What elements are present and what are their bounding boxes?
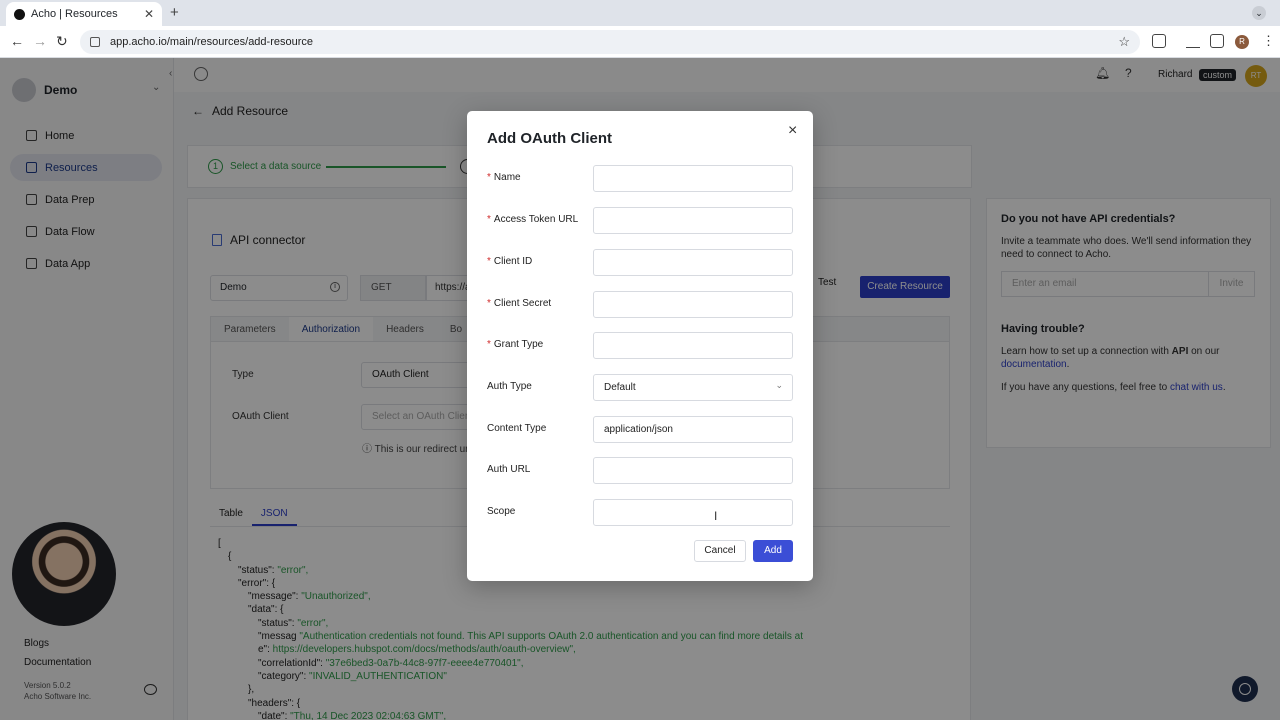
field-auth-url: Auth URL: [487, 457, 793, 484]
new-tab-button[interactable]: +: [170, 4, 179, 21]
field-scope: Scope: [487, 499, 793, 526]
add-oauth-client-modal: Add OAuth Client × * Name * Access Token U…: [467, 111, 813, 581]
download-icon[interactable]: [1186, 34, 1200, 48]
browser-profile-avatar[interactable]: R: [1235, 35, 1249, 49]
close-icon[interactable]: ×: [788, 122, 797, 140]
required-asterisk: *: [487, 214, 491, 225]
add-button[interactable]: Add: [753, 540, 793, 562]
scope-input[interactable]: [593, 499, 793, 526]
field-grant-type: * Grant Type: [487, 332, 793, 359]
url-field[interactable]: app.acho.io/main/resources/add-resource …: [80, 30, 1140, 54]
browser-tab[interactable]: Acho | Resources ✕: [6, 2, 162, 26]
tab-title: Acho | Resources: [31, 8, 118, 20]
tab-close-icon[interactable]: ✕: [144, 7, 154, 21]
field-content-type: Content Type application/json: [487, 416, 793, 443]
field-client-secret: * Client Secret: [487, 291, 793, 318]
reload-icon[interactable]: ↻: [56, 33, 68, 50]
field-label: * Client ID: [487, 256, 532, 267]
auth-type-select[interactable]: Default ⌄: [593, 374, 793, 401]
field-label-text: Client Secret: [493, 298, 552, 309]
grant-type-input[interactable]: [593, 332, 793, 359]
required-asterisk: *: [487, 339, 491, 350]
field-label-text: Access Token URL: [493, 214, 579, 225]
extensions-icon[interactable]: [1152, 34, 1166, 48]
client-id-input[interactable]: [593, 249, 793, 276]
modal-title: Add OAuth Client: [487, 130, 612, 147]
field-label-text: Scope: [487, 506, 516, 517]
client-secret-input[interactable]: [593, 291, 793, 318]
field-name: * Name: [487, 165, 793, 192]
field-client-id: * Client ID: [487, 249, 793, 276]
field-access-token-url: * Access Token URL: [487, 207, 793, 234]
forward-icon[interactable]: →: [33, 33, 47, 49]
field-label-text: Grant Type: [493, 339, 544, 350]
address-bar: ← → ↻ app.acho.io/main/resources/add-res…: [0, 26, 1280, 58]
required-asterisk: *: [487, 256, 491, 267]
field-label: Auth Type: [487, 381, 532, 392]
text-cursor-icon: I: [714, 509, 718, 523]
browser-tabbar: Acho | Resources ✕ + ⌄: [0, 0, 1280, 26]
required-asterisk: *: [487, 298, 491, 309]
content-type-input[interactable]: application/json: [593, 416, 793, 443]
tab-search-icon[interactable]: ⌄: [1252, 6, 1266, 20]
field-label: Scope: [487, 506, 515, 517]
browser-menu-icon[interactable]: ⋮: [1262, 33, 1275, 49]
field-label-text: Auth URL: [487, 464, 531, 475]
field-auth-type: Auth Type Default ⌄: [487, 374, 793, 401]
field-label-text: Name: [493, 172, 521, 183]
access-token-url-input[interactable]: [593, 207, 793, 234]
field-label: * Access Token URL: [487, 214, 578, 225]
field-label: * Grant Type: [487, 339, 543, 350]
field-label-text: Client ID: [493, 256, 533, 267]
site-info-icon[interactable]: [90, 37, 100, 47]
name-input[interactable]: [593, 165, 793, 192]
url-text: app.acho.io/main/resources/add-resource: [110, 36, 314, 48]
back-icon[interactable]: ←: [10, 33, 24, 49]
required-asterisk: *: [487, 172, 491, 183]
chevron-down-icon: ⌄: [775, 380, 783, 390]
acho-favicon-icon: [14, 8, 25, 20]
cancel-button[interactable]: Cancel: [694, 540, 746, 562]
field-label: Content Type: [487, 423, 546, 434]
auth-type-value: Default: [604, 382, 636, 393]
auth-url-input[interactable]: [593, 457, 793, 484]
field-label: * Name: [487, 172, 521, 183]
bookmark-star-icon[interactable]: ☆: [1118, 34, 1130, 50]
field-label: Auth URL: [487, 464, 530, 475]
field-label-text: Auth Type: [487, 381, 532, 392]
side-panel-icon[interactable]: [1210, 34, 1224, 48]
field-label-text: Content Type: [487, 423, 547, 434]
field-label: * Client Secret: [487, 298, 551, 309]
